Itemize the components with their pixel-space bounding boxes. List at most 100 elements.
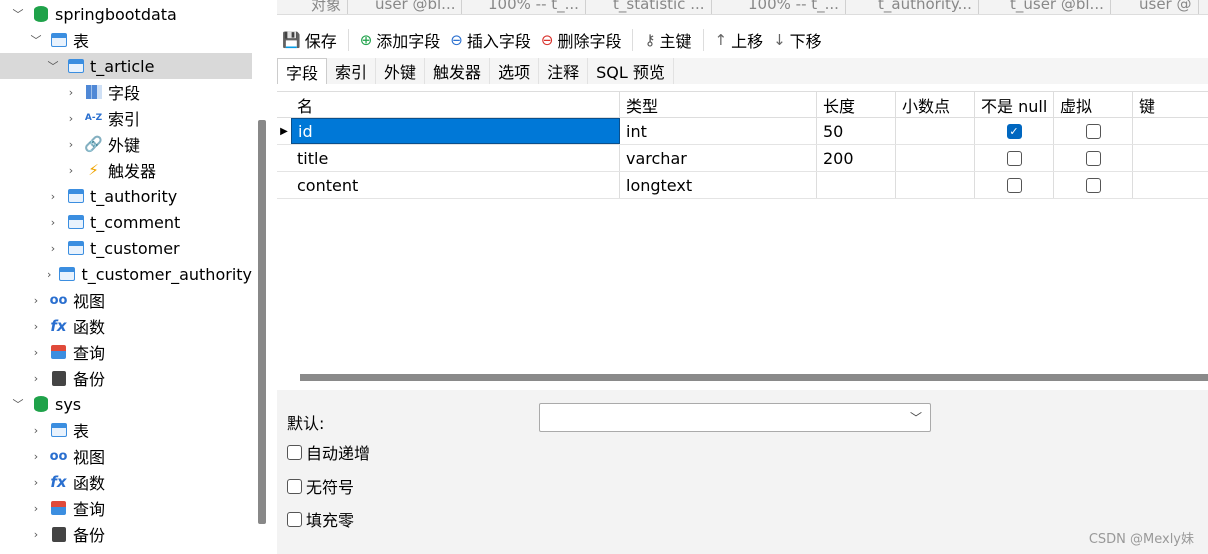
insert-field-button[interactable]: ⊖ 插入字段 (445, 25, 536, 55)
chevron-right-icon[interactable]: › (30, 450, 42, 463)
tree-node-views[interactable]: › oo 视图 (0, 287, 252, 313)
tab-foreign-keys[interactable]: 外键 (376, 58, 426, 84)
tree-node-sys-queries[interactable]: › 查询 (0, 495, 252, 521)
add-field-button[interactable]: ⊕ 添加字段 (355, 25, 446, 55)
tree-node-functions[interactable]: › fx 函数 (0, 313, 252, 339)
tab-sql-preview[interactable]: SQL 预览 (588, 58, 674, 84)
key-cell[interactable] (1133, 145, 1208, 171)
field-length-cell[interactable]: 200 (817, 145, 896, 171)
tree-node-foreign-keys[interactable]: › 🔗 外键 (0, 131, 252, 157)
tab-data-2[interactable]: 100% -- t_... (742, 0, 846, 14)
tree-node-t-authority[interactable]: › t_authority (0, 183, 252, 209)
grid-horizontal-scrollbar[interactable] (300, 374, 1208, 381)
not-null-checkbox[interactable] (1006, 177, 1022, 193)
header-key[interactable]: 键 (1133, 92, 1208, 118)
table-row[interactable]: content longtext (277, 172, 1208, 199)
chevron-right-icon[interactable]: › (65, 164, 77, 177)
delete-field-button[interactable]: ⊖ 删除字段 (536, 25, 627, 55)
move-up-button[interactable]: ↑ 上移 (710, 25, 769, 55)
chevron-right-icon[interactable]: › (30, 346, 42, 359)
header-decimals[interactable]: 小数点 (896, 92, 975, 118)
tree-node-sys[interactable]: ﹀ sys (0, 391, 252, 417)
tree-node-t-comment[interactable]: › t_comment (0, 209, 252, 235)
tab-user[interactable]: user @ (1133, 0, 1199, 14)
virtual-checkbox[interactable] (1085, 150, 1101, 166)
tab-query-user[interactable]: user @bl... (369, 0, 463, 14)
save-button[interactable]: 💾 保存 (277, 25, 342, 55)
chevron-right-icon[interactable]: › (47, 268, 51, 281)
key-cell[interactable] (1133, 118, 1208, 144)
auto-increment-option[interactable]: 自动递增 (287, 440, 370, 464)
field-decimals-cell[interactable] (896, 145, 975, 171)
chevron-right-icon[interactable]: › (30, 528, 42, 541)
chevron-down-icon[interactable]: ﹀ (30, 34, 42, 47)
chevron-right-icon[interactable]: › (30, 502, 42, 515)
table-row[interactable]: ▶ id int 50 ✓ (277, 118, 1208, 145)
sidebar-scrollbar[interactable] (258, 120, 266, 524)
tab-data-1[interactable]: 100% -- t_... (482, 0, 586, 14)
chevron-right-icon[interactable]: › (30, 372, 42, 385)
tab-t-authority[interactable]: t_authority... (872, 0, 979, 14)
unsigned-option[interactable]: 无符号 (287, 474, 354, 498)
chevron-right-icon[interactable]: › (47, 216, 59, 229)
chevron-right-icon[interactable]: › (65, 86, 77, 99)
field-length-cell[interactable]: 50 (817, 118, 896, 144)
tab-comment[interactable]: 注释 (539, 58, 589, 84)
header-name[interactable]: 名 (291, 92, 620, 118)
tree-node-triggers[interactable]: › ⚡ 触发器 (0, 157, 252, 183)
tab-fields[interactable]: 字段 (277, 58, 328, 84)
tree-node-sys-tables[interactable]: › 表 (0, 417, 252, 443)
chevron-right-icon[interactable]: › (65, 112, 77, 125)
header-virtual[interactable]: 虚拟 (1054, 92, 1133, 118)
tree-node-backups[interactable]: › 备份 (0, 365, 252, 391)
tree-node-t-article[interactable]: ﹀ t_article (0, 53, 252, 79)
auto-increment-checkbox[interactable] (287, 444, 302, 460)
chevron-right-icon[interactable]: › (47, 242, 59, 255)
tree-node-sys-backups[interactable]: › 备份 (0, 521, 252, 547)
tab-options[interactable]: 选项 (490, 58, 540, 84)
tab-objects[interactable]: 对象 (305, 0, 349, 14)
primary-key-button[interactable]: ⚷ 主键 (639, 25, 696, 55)
field-length-cell[interactable] (817, 172, 896, 198)
field-name-cell[interactable]: id (291, 118, 620, 144)
zerofill-option[interactable]: 填充零 (287, 507, 354, 531)
field-decimals-cell[interactable] (896, 118, 975, 144)
field-name-cell[interactable]: title (291, 145, 620, 171)
tree-node-springbootdata[interactable]: ﹀ springbootdata (0, 1, 252, 27)
tab-t-statistic[interactable]: t_statistic ... (607, 0, 712, 14)
header-length[interactable]: 长度 (817, 92, 896, 118)
chevron-down-icon[interactable]: ﹀ (12, 398, 24, 411)
default-select[interactable]: ﹀ (539, 403, 931, 432)
table-row[interactable]: title varchar 200 (277, 145, 1208, 172)
chevron-down-icon[interactable]: ﹀ (12, 8, 24, 21)
chevron-right-icon[interactable]: › (30, 424, 42, 437)
virtual-checkbox[interactable] (1085, 123, 1101, 139)
tree-node-queries[interactable]: › 查询 (0, 339, 252, 365)
not-null-checkbox[interactable]: ✓ (1006, 123, 1022, 139)
key-cell[interactable] (1133, 172, 1208, 198)
header-not-null[interactable]: 不是 null (975, 92, 1054, 118)
tab-indexes[interactable]: 索引 (327, 58, 377, 84)
field-type-cell[interactable]: int (620, 118, 817, 144)
chevron-right-icon[interactable]: › (30, 476, 42, 489)
zerofill-checkbox[interactable] (287, 511, 302, 527)
tree-node-t-customer[interactable]: › t_customer (0, 235, 252, 261)
tree-node-t-customer-authority[interactable]: › t_customer_authority (0, 261, 252, 287)
field-type-cell[interactable]: varchar (620, 145, 817, 171)
tree-node-sys-functions[interactable]: › fx 函数 (0, 469, 252, 495)
field-name-cell[interactable]: content (291, 172, 620, 198)
unsigned-checkbox[interactable] (287, 478, 302, 494)
header-type[interactable]: 类型 (620, 92, 817, 118)
not-null-checkbox[interactable] (1006, 150, 1022, 166)
tree-node-indexes[interactable]: › A-Z 索引 (0, 105, 252, 131)
field-type-cell[interactable]: longtext (620, 172, 817, 198)
tab-t-user[interactable]: t_user @bl... (1004, 0, 1111, 14)
virtual-checkbox[interactable] (1085, 177, 1101, 193)
chevron-down-icon[interactable]: ﹀ (47, 60, 59, 73)
tab-triggers[interactable]: 触发器 (425, 58, 491, 84)
field-decimals-cell[interactable] (896, 172, 975, 198)
tree-node-fields[interactable]: › 字段 (0, 79, 252, 105)
chevron-right-icon[interactable]: › (30, 294, 42, 307)
move-down-button[interactable]: ↓ 下移 (768, 25, 827, 55)
chevron-right-icon[interactable]: › (30, 320, 42, 333)
